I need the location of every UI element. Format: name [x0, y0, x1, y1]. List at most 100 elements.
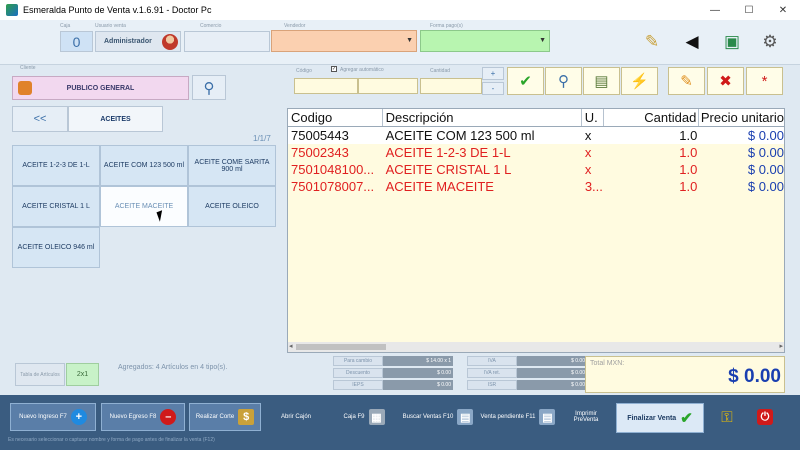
table-row[interactable]: 75005443 ACEITE COM 123 500 ml x 1.0 $ 0.00 — [288, 127, 784, 144]
product-tile[interactable]: ACEITE 1-2-3 DE 1-L — [12, 145, 100, 186]
scroll-right-icon[interactable]: ▸ — [779, 342, 783, 350]
scroll-left-icon[interactable]: ◂ — [289, 342, 293, 350]
buscar-ventas-label: Buscar Ventas F10 — [402, 414, 454, 420]
finalizar-label: Finalizar Venta — [627, 414, 677, 422]
power-button[interactable]: ⏻ — [753, 403, 777, 431]
col-unidad[interactable]: U. — [582, 109, 604, 126]
search-cliente-button[interactable]: ⚲ — [192, 75, 226, 100]
finalizar-venta-button[interactable]: Finalizar Venta ✔ — [616, 403, 704, 433]
forma-pago-select[interactable]: ▼ — [420, 30, 550, 52]
arrow-left-icon[interactable]: ◀ — [679, 30, 705, 54]
iva-ret-label: IVA ret. — [467, 368, 517, 378]
edit-note-icon[interactable]: ✎ — [639, 30, 665, 54]
top-bar: Caja 0 Usuario venta Administrador Comer… — [0, 20, 800, 65]
table-row[interactable]: 75002343 ACEITE 1-2-3 DE 1-L x 1.0 $ 0.00 — [288, 144, 784, 161]
cell-descripcion: ACEITE COM 123 500 ml — [385, 128, 535, 143]
descuento-value: $ 0.00 — [383, 368, 453, 378]
codigo-input[interactable] — [294, 78, 358, 94]
realizar-corte-button[interactable]: Realizar Corte $ — [189, 403, 261, 431]
maximize-button[interactable]: ☐ — [732, 0, 766, 20]
auto-add-label: Agregar automático — [340, 67, 384, 73]
nuevo-egreso-button[interactable]: Nuevo Egreso F8 – — [101, 403, 185, 431]
search-product-button[interactable]: ⚲ — [545, 67, 582, 95]
cantidad-input[interactable] — [420, 78, 482, 94]
horizontal-scrollbar[interactable]: ◂ ▸ — [288, 342, 784, 352]
product-tile[interactable]: ACEITE OLEICO — [188, 186, 276, 227]
caja-label: Caja — [60, 23, 71, 29]
monitor-icon[interactable]: ▣ — [719, 30, 745, 54]
venta-pendiente-button[interactable]: Venta pendiente F11 ▤ — [480, 403, 556, 431]
cell-u: x — [584, 145, 592, 160]
isr-label: ISR — [467, 380, 517, 390]
delete-button[interactable]: ✖ — [707, 67, 744, 95]
accept-button[interactable]: ✔ — [507, 67, 544, 95]
people-icon — [18, 81, 32, 95]
edit-button[interactable]: ✎ — [668, 67, 705, 95]
category-button[interactable]: ACEITES — [68, 106, 163, 132]
auto-add-checkbox[interactable]: ✓ — [331, 66, 337, 72]
col-cantidad[interactable]: Cantidad — [604, 109, 700, 126]
app-icon — [6, 4, 18, 16]
asterisk-button[interactable]: * — [746, 67, 783, 95]
tabla-articulos-button[interactable]: Tabla de Artículos — [15, 363, 65, 386]
minus-button[interactable]: - — [482, 82, 504, 95]
para-cambio-label: Para cambio — [333, 356, 383, 366]
total-label: Total MXN: — [590, 360, 625, 367]
cliente-button[interactable]: PUBLICO GENERAL — [12, 76, 189, 100]
app-body: Caja 0 Usuario venta Administrador Comer… — [0, 20, 800, 450]
money-icon: ▤ — [594, 73, 609, 90]
table-row[interactable]: 7501078007... ACEITE MACEITE 3... 1.0 $ 0.00 — [288, 178, 784, 195]
close-button[interactable]: ✕ — [766, 0, 800, 20]
pencil-icon: ✎ — [680, 73, 693, 90]
cell-codigo: 75002343 — [291, 145, 349, 160]
totals-row: Para cambio $ 14.00 x 1 IVA $ 0.00 — [333, 356, 587, 366]
col-codigo[interactable]: Codigo — [288, 109, 383, 126]
plus-button[interactable]: + — [482, 67, 504, 80]
product-grid: ACEITE 1-2-3 DE 1-L ACEITE COM 123 500 m… — [12, 145, 277, 271]
product-tile[interactable]: ACEITE CRISTAL 1 L — [12, 186, 100, 227]
vendedor-select[interactable]: ▼ — [271, 30, 417, 52]
cell-u: x — [584, 162, 592, 177]
caja-button[interactable]: Caja F9 ▦ — [334, 403, 394, 431]
abrir-cajon-button[interactable]: Abrir Cajón — [273, 403, 319, 431]
product-tile[interactable]: ACEITE COM 123 500 ml — [100, 145, 188, 186]
col-precio[interactable]: Precio unitario — [699, 109, 784, 126]
quick-button[interactable]: ⚡ — [621, 67, 658, 95]
dos-por-uno-button[interactable]: 2x1 — [66, 363, 99, 386]
window-title: Esmeralda Punto de Venta v.1.6.91 - Doct… — [23, 5, 212, 15]
caja-label: Caja F9 — [343, 414, 365, 420]
table-header: Codigo Descripción U. Cantidad Precio un… — [288, 109, 784, 127]
asterisk-icon: * — [761, 72, 768, 90]
minimize-button[interactable]: — — [698, 0, 732, 20]
user-button[interactable]: Administrador — [95, 31, 181, 52]
search-icon: ⚲ — [558, 73, 569, 90]
product-tile[interactable]: ACEITE COME SARITA 900 ml — [188, 145, 276, 186]
user-icon — [161, 33, 178, 50]
register-icon: ▦ — [368, 409, 385, 425]
cell-cantidad: 1.0 — [679, 128, 698, 143]
status-message: Es necesario seleccionar o capturar nomb… — [8, 437, 215, 443]
buscar-ventas-button[interactable]: Buscar Ventas F10 ▤ — [402, 403, 474, 431]
table-row[interactable]: 7501048100... ACEITE CRISTAL 1 L x 1.0 $ 0.0… — [288, 161, 784, 178]
col-descripcion[interactable]: Descripción — [383, 109, 582, 126]
total-box: Total MXN: $ 0.00 — [585, 356, 785, 393]
chevron-down-icon: ▼ — [539, 37, 546, 44]
product-tile[interactable]: ACEITE MACEITE — [100, 186, 188, 227]
cliente-label: Cliente — [20, 65, 36, 71]
cell-precio: $ 0.00 — [747, 179, 785, 194]
money-button[interactable]: ▤ — [583, 67, 620, 95]
cell-cantidad: 1.0 — [679, 179, 698, 194]
cell-precio: $ 0.00 — [747, 145, 785, 160]
product-tile[interactable]: ACEITE OLEICO 946 ml — [12, 227, 100, 268]
nuevo-ingreso-button[interactable]: Nuevo Ingreso F7 + — [10, 403, 96, 431]
gear-icon[interactable]: ⚙ — [757, 30, 783, 54]
scroll-thumb[interactable] — [296, 344, 386, 350]
cantidad-label: Cantidad — [430, 68, 451, 74]
total-value: $ 0.00 — [728, 366, 781, 387]
imprimir-preventa-button[interactable]: Imprimir PreVenta — [566, 403, 606, 431]
receipt-icon: ▤ — [539, 409, 556, 425]
comercio-field[interactable] — [184, 31, 270, 52]
key-icon[interactable]: ⚿ — [712, 403, 742, 431]
back-button[interactable]: << — [12, 106, 68, 132]
descripcion-input[interactable] — [358, 78, 418, 94]
